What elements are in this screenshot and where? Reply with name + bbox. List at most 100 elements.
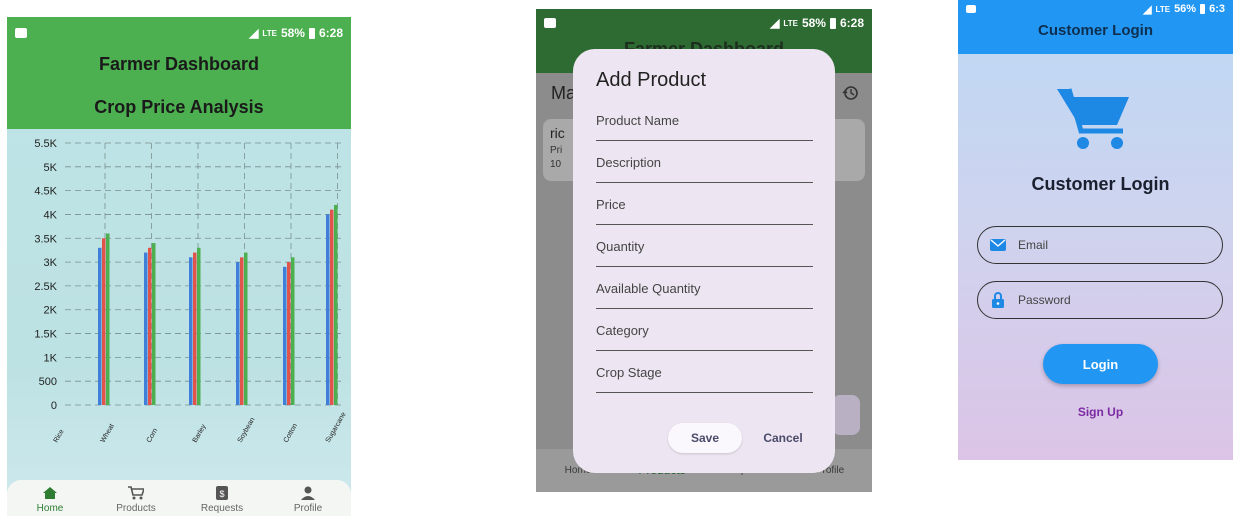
battery-percent: 56% <box>1174 3 1197 15</box>
status-bar: ◢ LTE 56% 6:3 <box>958 0 1233 18</box>
dialog-title: Add Product <box>596 69 707 91</box>
mail-icon <box>990 237 1006 253</box>
category-field[interactable]: Category <box>596 323 813 351</box>
bar <box>244 252 248 405</box>
status-time: 6:28 <box>839 16 864 30</box>
y-tick-label: 4K <box>44 209 58 221</box>
x-tick-label: Rice <box>53 428 66 444</box>
crop-stage-field[interactable]: Crop Stage <box>596 365 813 393</box>
y-tick-label: 4.5K <box>34 186 57 198</box>
y-tick-label: 5.5K <box>34 138 57 150</box>
status-bar: ◢ LTE 58% 6:28 <box>536 9 872 37</box>
chart-title: Crop Price Analysis <box>94 97 264 117</box>
network-label: LTE <box>783 18 798 28</box>
nav-products[interactable]: Products <box>93 480 179 516</box>
y-tick-label: 1K <box>44 352 58 364</box>
y-tick-label: 0 <box>51 400 57 412</box>
battery-icon <box>308 27 315 39</box>
bar <box>189 257 193 405</box>
nav-home[interactable]: Home <box>7 480 93 516</box>
request-icon: $ <box>214 486 230 500</box>
bar <box>283 266 287 405</box>
bar <box>197 247 201 405</box>
gallery-icon <box>966 5 976 13</box>
customer-login-screen: ◢ LTE 56% 6:3 Customer Login Customer Lo… <box>958 0 1233 460</box>
gallery-icon <box>15 28 27 38</box>
network-label: LTE <box>1155 4 1171 14</box>
bar <box>334 204 338 405</box>
signup-link[interactable]: Sign Up <box>958 405 1233 419</box>
email-field[interactable]: Email <box>977 226 1223 264</box>
x-tick-label: Sugarcane <box>325 411 348 444</box>
status-bar: ◢ LTE 58% 6:28 <box>7 17 351 49</box>
app-title: Farmer Dashboard <box>98 54 260 74</box>
bar <box>102 238 106 405</box>
bar <box>148 247 152 405</box>
add-product-dialog: Add Product Product Name Description Pri… <box>573 49 835 473</box>
signal-icon: ◢ <box>249 26 259 40</box>
battery-percent: 58% <box>280 26 305 40</box>
nav-products-label: Products <box>116 503 156 514</box>
product-card-price: Pri <box>550 145 563 156</box>
shopping-cart-icon <box>1057 88 1129 149</box>
bar <box>106 233 110 405</box>
nav-requests[interactable]: $ Requests <box>179 480 265 516</box>
status-time: 6:3 <box>1209 3 1225 15</box>
password-placeholder: Password <box>1018 293 1071 307</box>
available-quantity-field[interactable]: Available Quantity <box>596 281 813 309</box>
email-placeholder: Email <box>1018 238 1049 252</box>
price-field[interactable]: Price <box>596 197 813 225</box>
crop-price-chart: 0 500 1K 1.5K 2K 2.5K 3K 3.5K 4K 4.5K 5K 5.5K Rice Wh… <box>34 138 348 444</box>
bar <box>240 257 244 405</box>
network-label: LTE <box>262 28 277 38</box>
bar <box>326 214 330 405</box>
y-tick-label: 2K <box>44 305 58 317</box>
farmer-dashboard-screen: ◢ LTE 58% 6:28 Farmer Dashboard Crop Pri… <box>7 17 351 516</box>
lock-icon <box>990 292 1006 308</box>
cart-icon <box>128 486 144 500</box>
quantity-field[interactable]: Quantity <box>596 239 813 267</box>
svg-text:$: $ <box>219 489 224 499</box>
status-time: 6:28 <box>318 26 343 40</box>
nav-requests-label: Requests <box>200 503 244 514</box>
product-card-qty: 10 <box>550 159 562 170</box>
y-tick-label: 3.5K <box>34 233 57 245</box>
cancel-button[interactable]: Cancel <box>753 423 813 453</box>
add-fab[interactable] <box>832 395 860 435</box>
nav-profile[interactable]: Profile <box>265 480 351 516</box>
login-button[interactable]: Login <box>1043 344 1158 384</box>
y-tick-label: 2.5K <box>34 281 57 293</box>
password-field[interactable]: Password <box>977 281 1223 319</box>
add-product-screen: ◢ LTE 58% 6:28 Farmer Dashboard Ma ric P… <box>536 9 872 492</box>
history-icon[interactable] <box>842 85 858 101</box>
x-tick-label: Wheat <box>100 423 116 444</box>
x-tick-label: Soybean <box>237 416 257 444</box>
y-tick-label: 3K <box>44 257 58 269</box>
y-tick-label: 500 <box>39 376 57 388</box>
app-title: Customer Login <box>1038 22 1153 39</box>
signal-icon: ◢ <box>770 16 780 30</box>
x-tick-label: Barley <box>192 423 208 444</box>
bar <box>291 257 295 405</box>
product-name-field[interactable]: Product Name <box>596 113 813 141</box>
person-icon <box>300 486 316 500</box>
bar <box>152 243 156 405</box>
bar <box>236 262 240 405</box>
save-button[interactable]: Save <box>668 423 742 453</box>
nav-profile-label: Profile <box>293 503 323 514</box>
battery-percent: 58% <box>801 16 826 30</box>
gallery-icon <box>544 18 556 28</box>
bar <box>144 252 148 405</box>
battery-icon <box>829 17 836 29</box>
login-heading: Customer Login <box>1031 174 1170 194</box>
bar <box>330 209 334 405</box>
bottom-navigation: Home Products $ Requests Profile <box>7 480 351 516</box>
y-tick-label: 1.5K <box>34 329 57 341</box>
description-field[interactable]: Description <box>596 155 813 183</box>
home-icon <box>42 486 58 500</box>
y-tick-label: 5K <box>44 162 58 174</box>
x-tick-label: Corn <box>146 427 160 444</box>
bar <box>287 262 291 405</box>
x-tick-label: Cotton <box>283 423 299 444</box>
nav-home-label: Home <box>36 503 64 514</box>
